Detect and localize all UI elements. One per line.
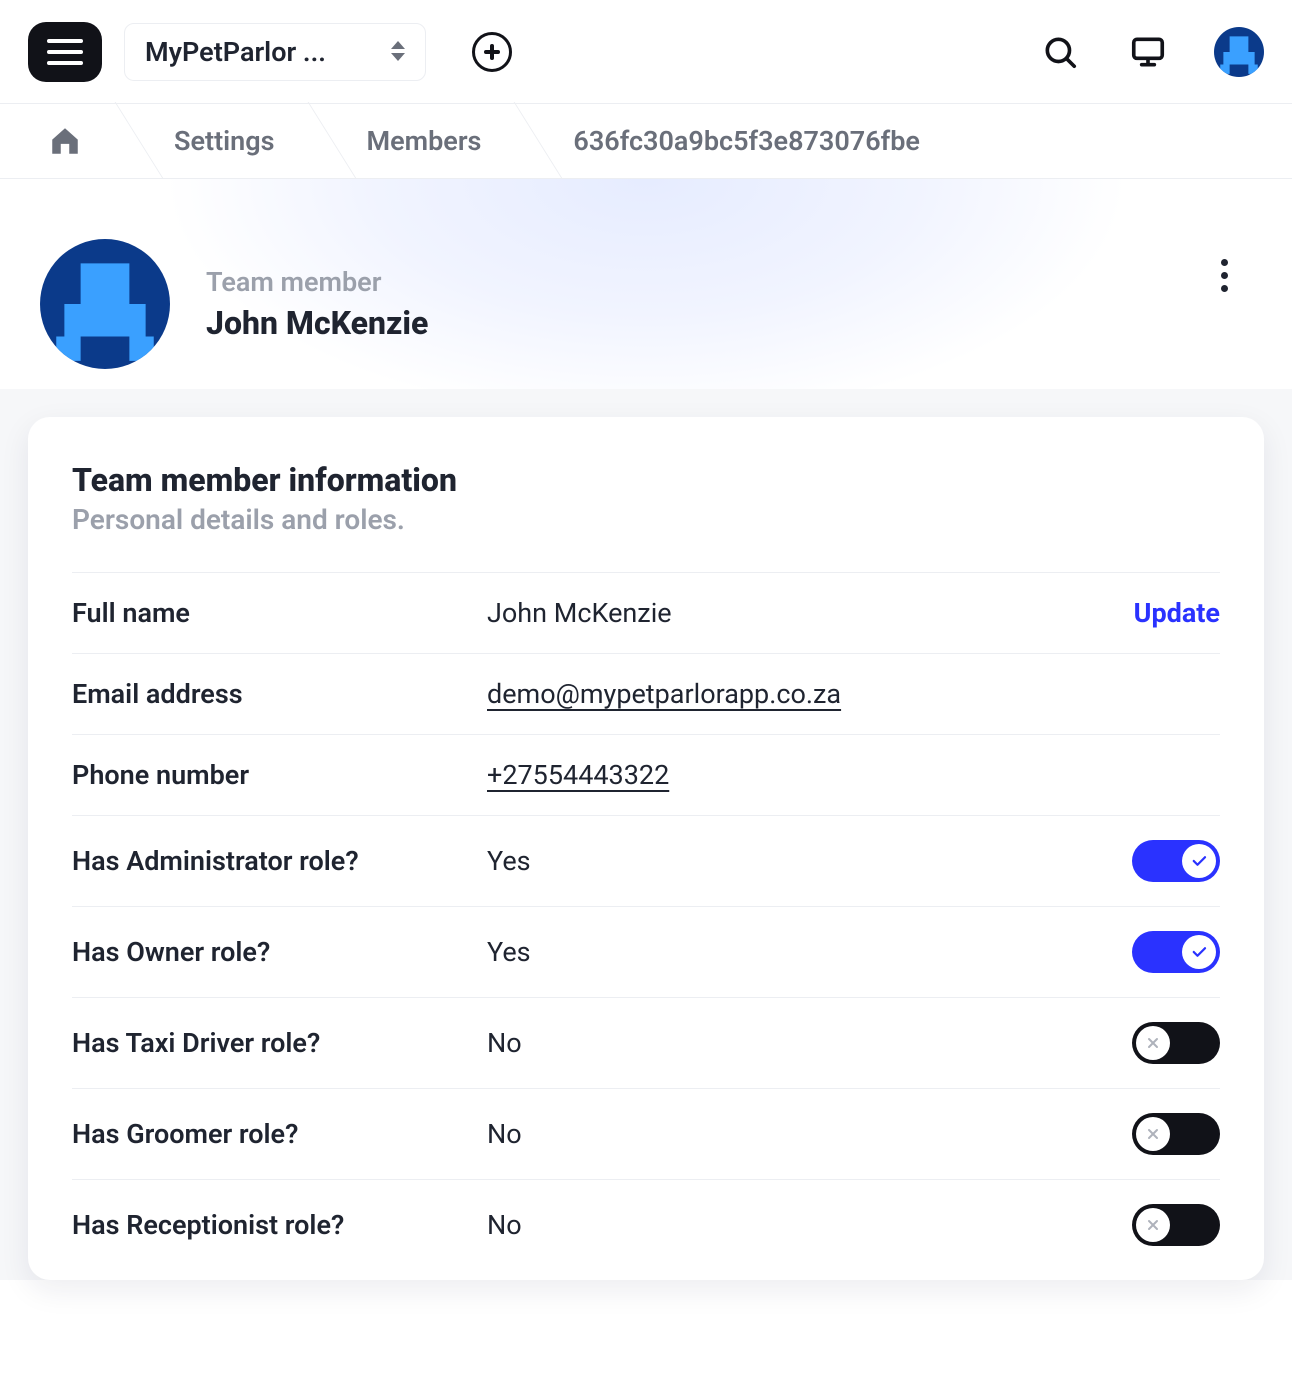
plus-icon [484, 44, 500, 60]
row-email: Email address demo@mypetparlorapp.co.za [72, 653, 1220, 734]
menu-button[interactable] [28, 22, 102, 82]
row-groomer-role: Has Groomer role? No [72, 1088, 1220, 1179]
x-icon [1145, 1126, 1161, 1142]
member-eyebrow: Team member [206, 266, 428, 298]
content-area: Team member information Personal details… [0, 389, 1292, 1280]
top-actions [1038, 27, 1264, 77]
toggle-admin-role[interactable] [1132, 840, 1220, 882]
chevron-up-down-icon [391, 41, 405, 63]
row-phone: Phone number +27554443322 [72, 734, 1220, 815]
breadcrumb: Settings Members 636fc30a9bc5f3e873076fb… [0, 104, 1292, 179]
value-taxi-role: No [487, 1027, 1112, 1059]
toggle-groomer-role[interactable] [1132, 1113, 1220, 1155]
value-email[interactable]: demo@mypetparlorapp.co.za [487, 678, 1200, 710]
value-receptionist-role: No [487, 1209, 1112, 1241]
update-button[interactable]: Update [1134, 597, 1220, 629]
workspace-selector[interactable]: MyPetParlor ... [124, 23, 426, 81]
label-receptionist-role: Has Receptionist role? [72, 1209, 467, 1241]
breadcrumb-settings[interactable]: Settings [118, 104, 311, 178]
label-admin-role: Has Administrator role? [72, 845, 467, 877]
x-icon [1145, 1217, 1161, 1233]
more-menu-button[interactable] [1208, 253, 1240, 297]
avatar-menu[interactable] [1214, 27, 1264, 77]
desktop-icon [1129, 33, 1167, 71]
avatar-icon [40, 239, 170, 369]
label-groomer-role: Has Groomer role? [72, 1118, 467, 1150]
row-taxi-role: Has Taxi Driver role? No [72, 997, 1220, 1088]
toggle-receptionist-role[interactable] [1132, 1204, 1220, 1246]
desktop-button[interactable] [1126, 30, 1170, 74]
search-icon [1041, 33, 1079, 71]
home-icon [48, 124, 82, 158]
check-icon [1190, 943, 1208, 961]
value-groomer-role: No [487, 1118, 1112, 1150]
breadcrumb-current: 636fc30a9bc5f3e873076fbe [517, 104, 956, 178]
x-icon [1145, 1035, 1161, 1051]
member-avatar [40, 239, 170, 369]
value-admin-role: Yes [487, 845, 1112, 877]
label-taxi-role: Has Taxi Driver role? [72, 1027, 467, 1059]
card-title: Team member information [72, 461, 1220, 499]
row-full-name: Full name John McKenzie Update [72, 572, 1220, 653]
member-info-card: Team member information Personal details… [28, 417, 1264, 1280]
card-subtitle: Personal details and roles. [72, 503, 1220, 536]
breadcrumb-home[interactable] [12, 104, 118, 178]
row-admin-role: Has Administrator role? Yes [72, 815, 1220, 906]
row-receptionist-role: Has Receptionist role? No [72, 1179, 1220, 1270]
workspace-label: MyPetParlor ... [145, 36, 377, 68]
label-email: Email address [72, 678, 467, 710]
toggle-owner-role[interactable] [1132, 931, 1220, 973]
label-full-name: Full name [72, 597, 467, 629]
add-button[interactable] [472, 32, 512, 72]
avatar-icon [1214, 27, 1264, 77]
toggle-taxi-role[interactable] [1132, 1022, 1220, 1064]
breadcrumb-members[interactable]: Members [311, 104, 518, 178]
label-owner-role: Has Owner role? [72, 936, 467, 968]
value-full-name: John McKenzie [487, 597, 1114, 629]
member-name: John McKenzie [206, 304, 428, 342]
search-button[interactable] [1038, 30, 1082, 74]
topbar: MyPetParlor ... [0, 0, 1292, 104]
menu-icon [47, 39, 83, 65]
page-header: Team member John McKenzie [0, 179, 1292, 389]
label-phone: Phone number [72, 759, 467, 791]
row-owner-role: Has Owner role? Yes [72, 906, 1220, 997]
value-owner-role: Yes [487, 936, 1112, 968]
value-phone[interactable]: +27554443322 [487, 759, 1200, 791]
check-icon [1190, 852, 1208, 870]
